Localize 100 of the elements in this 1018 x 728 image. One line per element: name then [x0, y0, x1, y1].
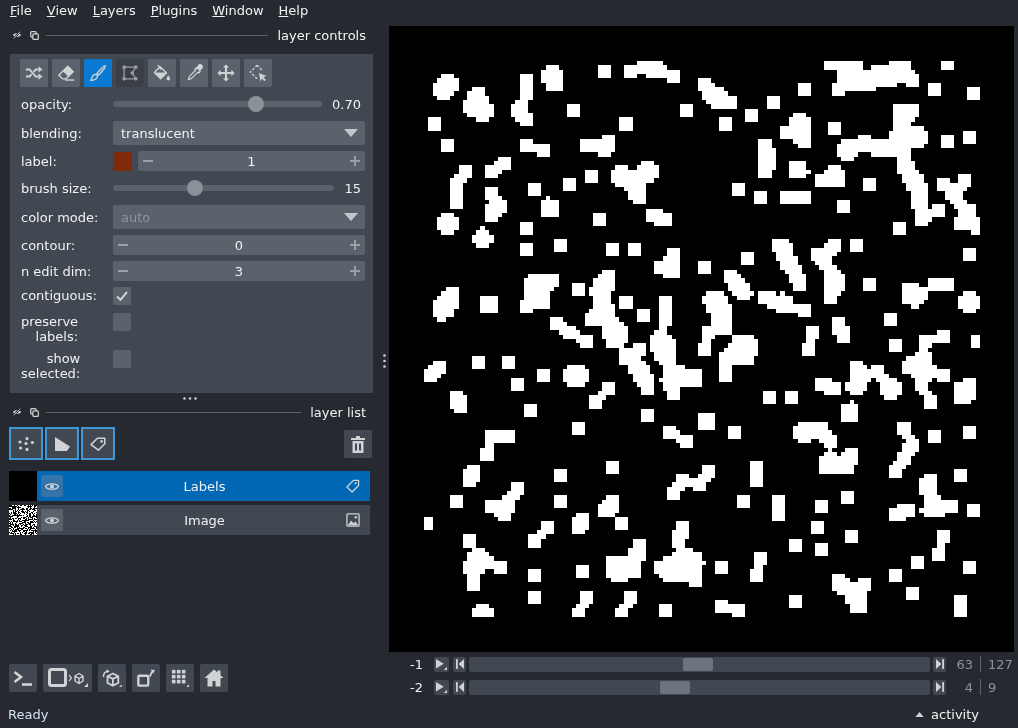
layer-item[interactable]: Image — [37, 505, 370, 535]
new-labels-layer-button[interactable] — [81, 427, 115, 460]
number-field[interactable]: 0 — [113, 235, 365, 255]
overlapping-squares-icon — [30, 407, 39, 417]
paintbrush-icon — [89, 64, 107, 82]
transpose-button[interactable] — [132, 664, 160, 692]
tool-button[interactable] — [180, 59, 208, 87]
menu-item[interactable]: File — [3, 2, 39, 20]
control-label: blending: — [21, 125, 82, 141]
dots-icon — [18, 436, 34, 451]
tool-button[interactable] — [52, 59, 80, 87]
console-button[interactable] — [9, 664, 37, 692]
skip-forward-icon — [935, 682, 944, 692]
layer-thumbnail — [9, 471, 37, 501]
drag-handle-icon[interactable] — [183, 396, 197, 400]
frame-number[interactable]: 4 — [946, 679, 973, 695]
home-icon — [204, 669, 224, 687]
control-label: contiguous: — [21, 287, 97, 303]
skip-back-icon — [455, 682, 464, 692]
caret-down-icon — [344, 213, 358, 221]
viewer-canvas[interactable] — [389, 26, 1014, 652]
checkmark-icon — [116, 291, 128, 301]
eyedropper-icon — [185, 64, 203, 82]
play-button[interactable] — [434, 656, 449, 672]
frame-number[interactable]: 63 — [946, 656, 973, 672]
number-field[interactable]: 1 — [138, 151, 365, 171]
eraser-icon — [57, 64, 75, 82]
axis-label: -1 — [409, 656, 424, 672]
tool-button[interactable] — [212, 59, 240, 87]
tag-icon — [346, 479, 360, 493]
dropdown[interactable]: translucent — [113, 121, 365, 145]
number-field[interactable]: 3 — [113, 261, 365, 281]
square-arrow-icon — [136, 669, 156, 687]
new-points-layer-button[interactable] — [9, 427, 43, 460]
eye-icon — [45, 481, 59, 491]
menu-item[interactable]: View — [39, 2, 85, 20]
new-shapes-layer-button[interactable] — [45, 427, 79, 460]
caret-down-icon — [344, 129, 358, 137]
roll-dimensions-button[interactable] — [98, 664, 126, 692]
menu-item[interactable]: Window — [205, 2, 271, 20]
slider-track[interactable] — [469, 656, 930, 672]
control-label: label: — [21, 153, 57, 169]
menu-item[interactable]: Layers — [85, 2, 143, 20]
plus-icon[interactable] — [350, 156, 360, 166]
home-button[interactable] — [200, 664, 228, 692]
plus-icon[interactable] — [350, 240, 360, 250]
slider-value: 0.70 — [332, 96, 362, 112]
drag-handle-icon[interactable] — [383, 354, 386, 368]
eye-icon — [45, 515, 59, 525]
2d-3d-toggle-button[interactable] — [43, 664, 92, 692]
terminal-icon — [13, 669, 33, 687]
grid-icon — [170, 669, 190, 687]
tag-icon — [90, 436, 106, 451]
control-label: preserve labels: — [21, 313, 79, 344]
tool-button[interactable] — [244, 59, 272, 87]
last-frame-button[interactable] — [933, 656, 946, 672]
caret-up-icon — [915, 711, 925, 717]
eye-slash-icon — [12, 408, 22, 416]
tool-button[interactable] — [148, 59, 176, 87]
checkbox[interactable] — [113, 313, 131, 331]
frame-count: 9 — [988, 679, 998, 695]
first-frame-button[interactable] — [453, 656, 466, 672]
slider-handle[interactable] — [682, 657, 713, 671]
status-message: Ready — [8, 706, 49, 722]
layer-thumbnail — [9, 505, 37, 535]
visibility-toggle[interactable] — [41, 509, 63, 531]
panel-title: layer list — [310, 404, 366, 420]
checkbox[interactable] — [113, 287, 131, 305]
control-label: contour: — [21, 237, 76, 253]
last-frame-button[interactable] — [933, 679, 946, 695]
tool-button[interactable] — [84, 59, 112, 87]
slider-handle[interactable] — [186, 180, 203, 196]
image-icon — [346, 513, 360, 527]
activity-button[interactable]: activity — [915, 706, 979, 722]
rotating-cube-icon — [102, 669, 122, 687]
color-swatch[interactable] — [113, 151, 132, 171]
frame-count: 127 — [988, 656, 1014, 672]
menu-item[interactable]: Help — [271, 2, 316, 20]
first-frame-button[interactable] — [453, 679, 466, 695]
control-label: show selected: — [21, 350, 81, 381]
shuffle-icon — [25, 64, 43, 82]
checkbox[interactable] — [113, 350, 131, 368]
slider-handle[interactable] — [248, 96, 265, 112]
play-icon — [436, 658, 447, 670]
tool-button[interactable] — [20, 59, 48, 87]
slider-handle[interactable] — [660, 680, 691, 694]
play-icon — [436, 681, 447, 693]
axis-label: -2 — [409, 679, 424, 695]
play-button[interactable] — [434, 679, 449, 695]
overlapping-squares-icon — [30, 30, 39, 40]
grid-view-button[interactable] — [166, 664, 194, 692]
trash-icon — [351, 435, 365, 453]
layer-item[interactable]: Labels — [37, 471, 370, 501]
slider-track[interactable] — [469, 679, 930, 695]
plus-icon[interactable] — [350, 266, 360, 276]
delete-layer-button[interactable] — [344, 430, 372, 458]
slider-value: 15 — [344, 180, 362, 196]
visibility-toggle[interactable] — [41, 475, 63, 497]
control-label: opacity: — [21, 96, 73, 112]
menu-item[interactable]: Plugins — [143, 2, 205, 20]
